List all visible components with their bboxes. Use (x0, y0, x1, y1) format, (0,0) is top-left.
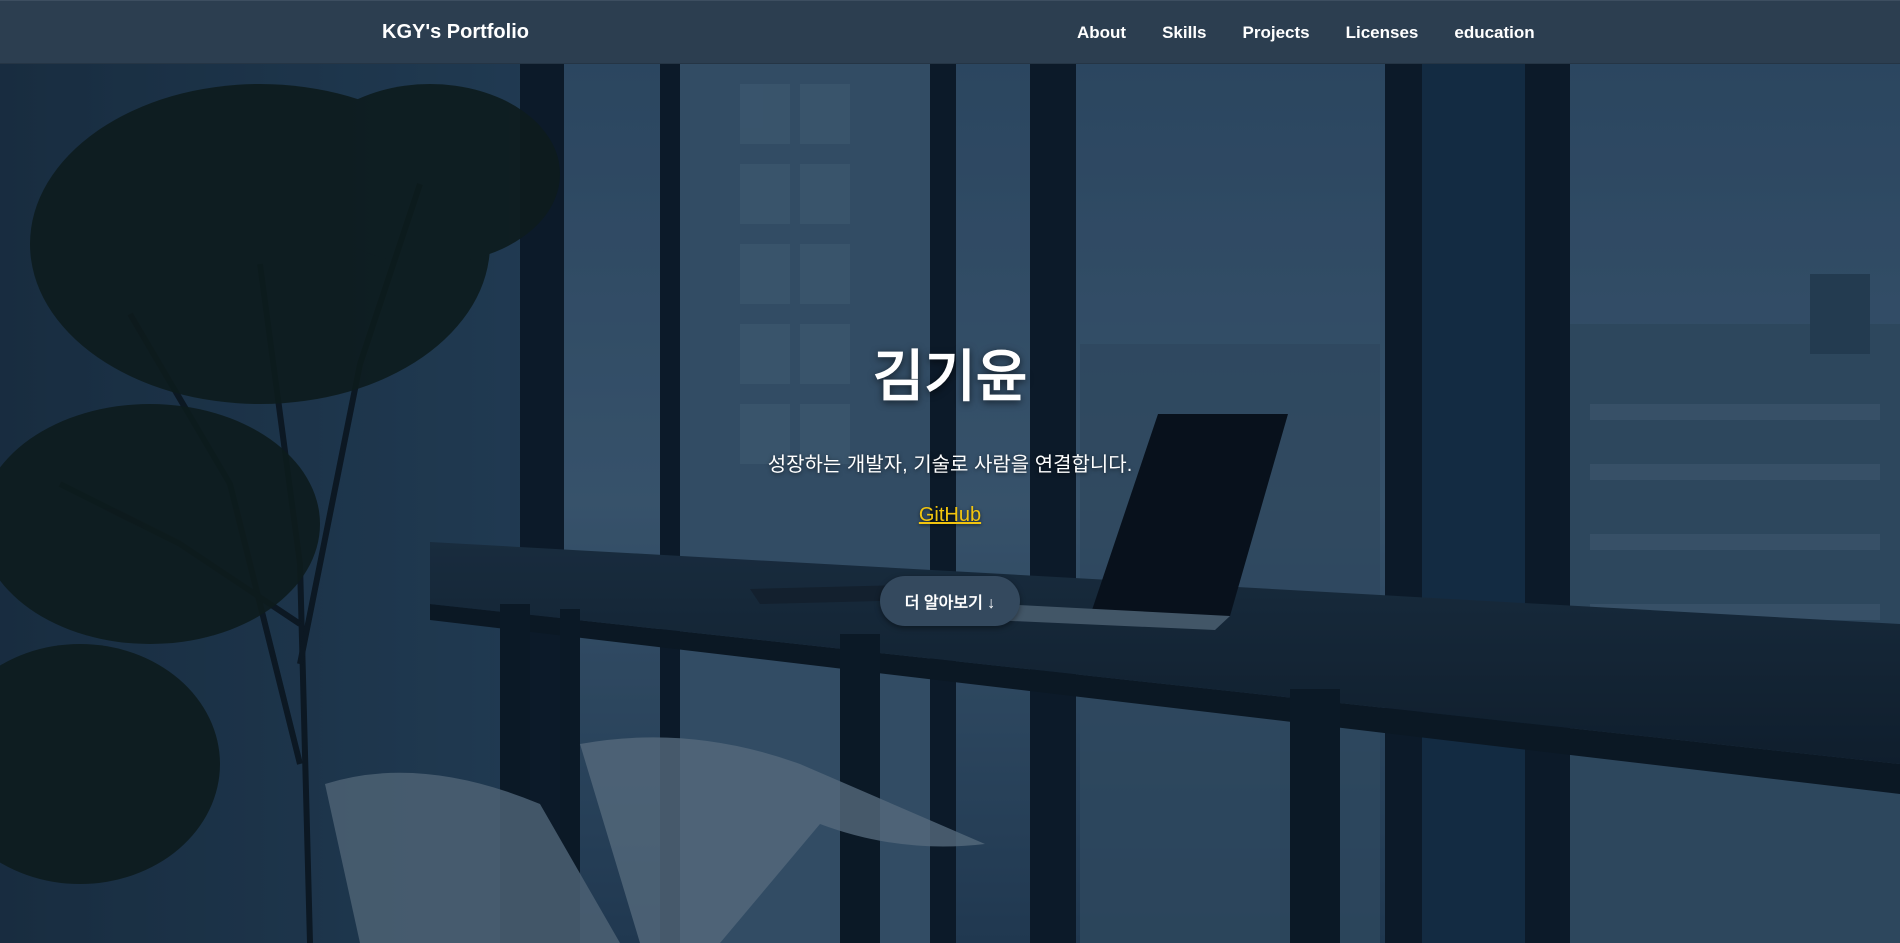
nav-item-about: About (1077, 23, 1126, 43)
github-link[interactable]: GitHub (0, 504, 1900, 527)
github-link-label: GitHub (918, 504, 982, 526)
nav-link-projects[interactable]: Projects (1243, 23, 1310, 42)
hero-section: 김기윤 성장하는 개발자, 기술로 사람을 연결합니다. GitHub 더 알아… (0, 64, 1900, 943)
top-navbar: KGY's Portfolio About Skills Projects Li… (0, 0, 1900, 64)
hero-content: 김기윤 성장하는 개발자, 기술로 사람을 연결합니다. GitHub 더 알아… (0, 64, 1900, 943)
nav-link-skills[interactable]: Skills (1162, 23, 1206, 42)
brand-logo-link[interactable]: KGY's Portfolio (382, 21, 529, 44)
nav-item-projects: Projects (1243, 23, 1310, 43)
nav-item-licenses: Licenses (1346, 23, 1419, 43)
nav-item-education: education (1454, 23, 1534, 43)
nav-link-education[interactable]: education (1454, 23, 1534, 42)
hero-title: 김기윤 (872, 345, 1028, 408)
hero-subtitle: 성장하는 개발자, 기술로 사람을 연결합니다. (767, 454, 1133, 476)
nav-item-skills: Skills (1162, 23, 1206, 43)
nav-menu: About Skills Projects Licenses education (1077, 23, 1535, 43)
nav-link-about[interactable]: About (1077, 23, 1126, 42)
nav-link-licenses[interactable]: Licenses (1346, 23, 1419, 42)
learn-more-button[interactable]: 더 알아보기 ↓ (880, 576, 1020, 626)
